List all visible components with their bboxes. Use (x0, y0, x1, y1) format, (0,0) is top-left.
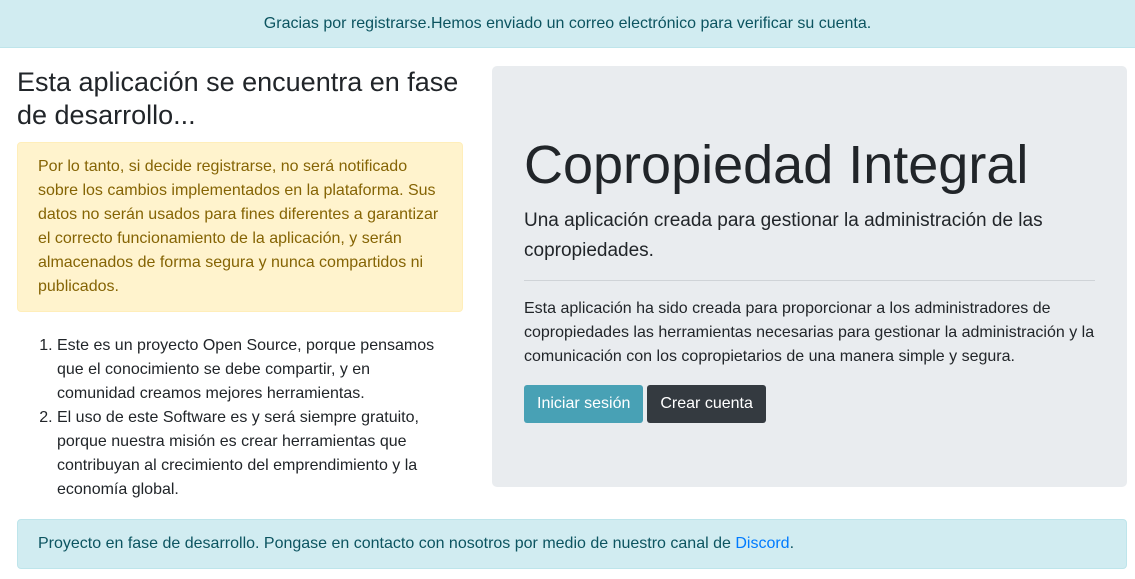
app-title: Copropiedad Integral (524, 135, 1029, 195)
privacy-warning-text: Por lo tanto, si decide registrarse, no … (38, 158, 439, 295)
app-lead: Una aplicación creada para gestionar la … (524, 210, 1043, 261)
contact-info-suffix: . (789, 535, 795, 552)
discord-link[interactable]: Discord (735, 535, 789, 552)
development-notice-title: Esta aplicación se encuentra en fase de … (17, 67, 459, 130)
hero-actions: Iniciar sesión Crear cuenta (524, 385, 766, 423)
hero-jumbotron: Copropiedad Integral Una aplicación crea… (492, 66, 1127, 487)
development-notice-column: Esta aplicación se encuentra en fase de … (17, 66, 463, 502)
project-reasons-list: Este es un proyecto Open Source, porque … (17, 334, 463, 502)
contact-info-text: Proyecto en fase de desarrollo. Pongase … (38, 535, 736, 552)
registration-success-alert: Gracias por registrarse.Hemos enviado un… (0, 0, 1135, 48)
list-item: El uso de este Software es y será siempr… (57, 406, 463, 502)
hero-divider (524, 280, 1095, 281)
create-account-button[interactable]: Crear cuenta (647, 385, 766, 423)
privacy-warning-box: Por lo tanto, si decide registrarse, no … (17, 142, 463, 312)
login-button[interactable]: Iniciar sesión (524, 385, 644, 423)
contact-info-alert: Proyecto en fase de desarrollo. Pongase … (17, 519, 1127, 569)
registration-success-text: Gracias por registrarse.Hemos enviado un… (263, 15, 872, 32)
app-description: Esta aplicación ha sido creada para prop… (524, 300, 1095, 365)
list-item: Este es un proyecto Open Source, porque … (57, 334, 463, 406)
